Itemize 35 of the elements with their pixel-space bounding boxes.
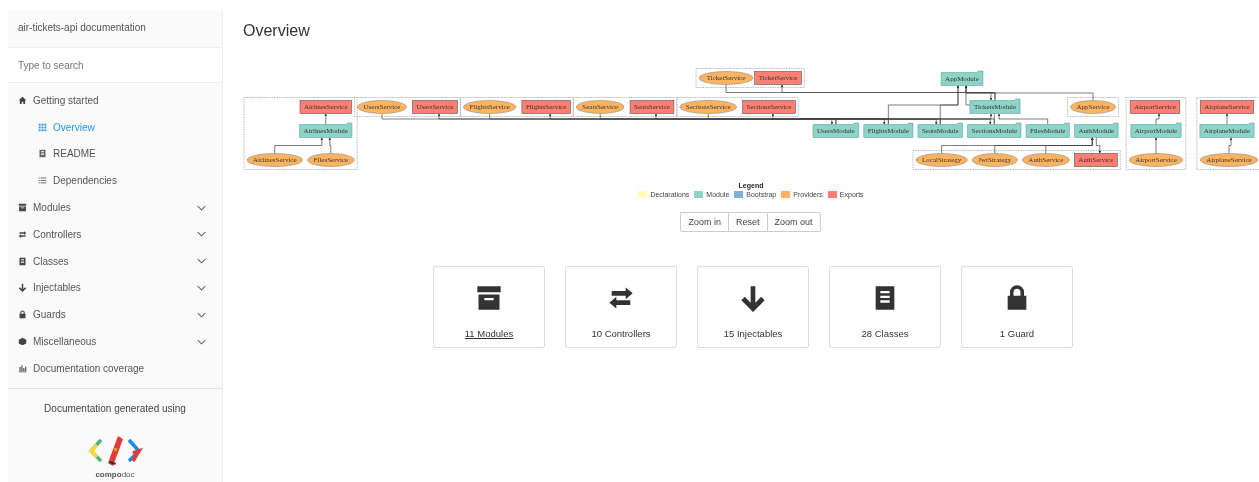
home-icon xyxy=(18,95,27,105)
menu-item[interactable]: Miscellaneous xyxy=(8,328,222,355)
zoom-button[interactable]: Reset xyxy=(728,212,768,232)
menu-item[interactable]: Controllers xyxy=(8,221,222,248)
card-link[interactable]: 11 Modules xyxy=(464,328,514,339)
exchange-icon xyxy=(18,229,27,239)
card-label: 1 Guard xyxy=(999,328,1035,339)
menu-item[interactable]: Modules xyxy=(8,194,222,221)
menu-item[interactable]: Dependencies xyxy=(8,167,222,195)
grid-icon xyxy=(38,122,47,132)
card-label: 10 Controllers xyxy=(591,328,651,339)
bar-chart-icon xyxy=(18,363,27,373)
search-field[interactable]: Type to search xyxy=(8,48,222,83)
card-label: 28 Classes xyxy=(861,328,909,339)
book-icon xyxy=(38,149,47,159)
archive-icon xyxy=(18,203,27,213)
arrow-down-icon xyxy=(18,283,27,293)
lock-icon xyxy=(18,310,27,320)
logo-text: compodoc xyxy=(95,469,135,479)
arrow-down-icon xyxy=(739,284,767,312)
book-icon xyxy=(18,256,27,266)
logo-icon xyxy=(87,433,143,468)
footer-text: Documentation generated using xyxy=(44,402,186,414)
menu-item[interactable]: Documentation coverage xyxy=(8,354,222,382)
page-title: Overview xyxy=(243,22,311,41)
card-label: 15 Injectables xyxy=(723,328,783,339)
menu-item[interactable]: README xyxy=(8,140,222,168)
menu-item[interactable]: Guards xyxy=(8,301,222,329)
menu-item[interactable]: Injectables xyxy=(8,274,222,302)
menu-item[interactable]: Getting started xyxy=(8,87,222,114)
zoom-button[interactable]: Zoom out xyxy=(766,212,821,232)
cube-icon xyxy=(18,337,27,347)
menu-item[interactable]: Classes xyxy=(8,247,222,275)
archive-icon xyxy=(475,284,503,312)
zoom-button[interactable]: Zoom in xyxy=(680,212,729,232)
